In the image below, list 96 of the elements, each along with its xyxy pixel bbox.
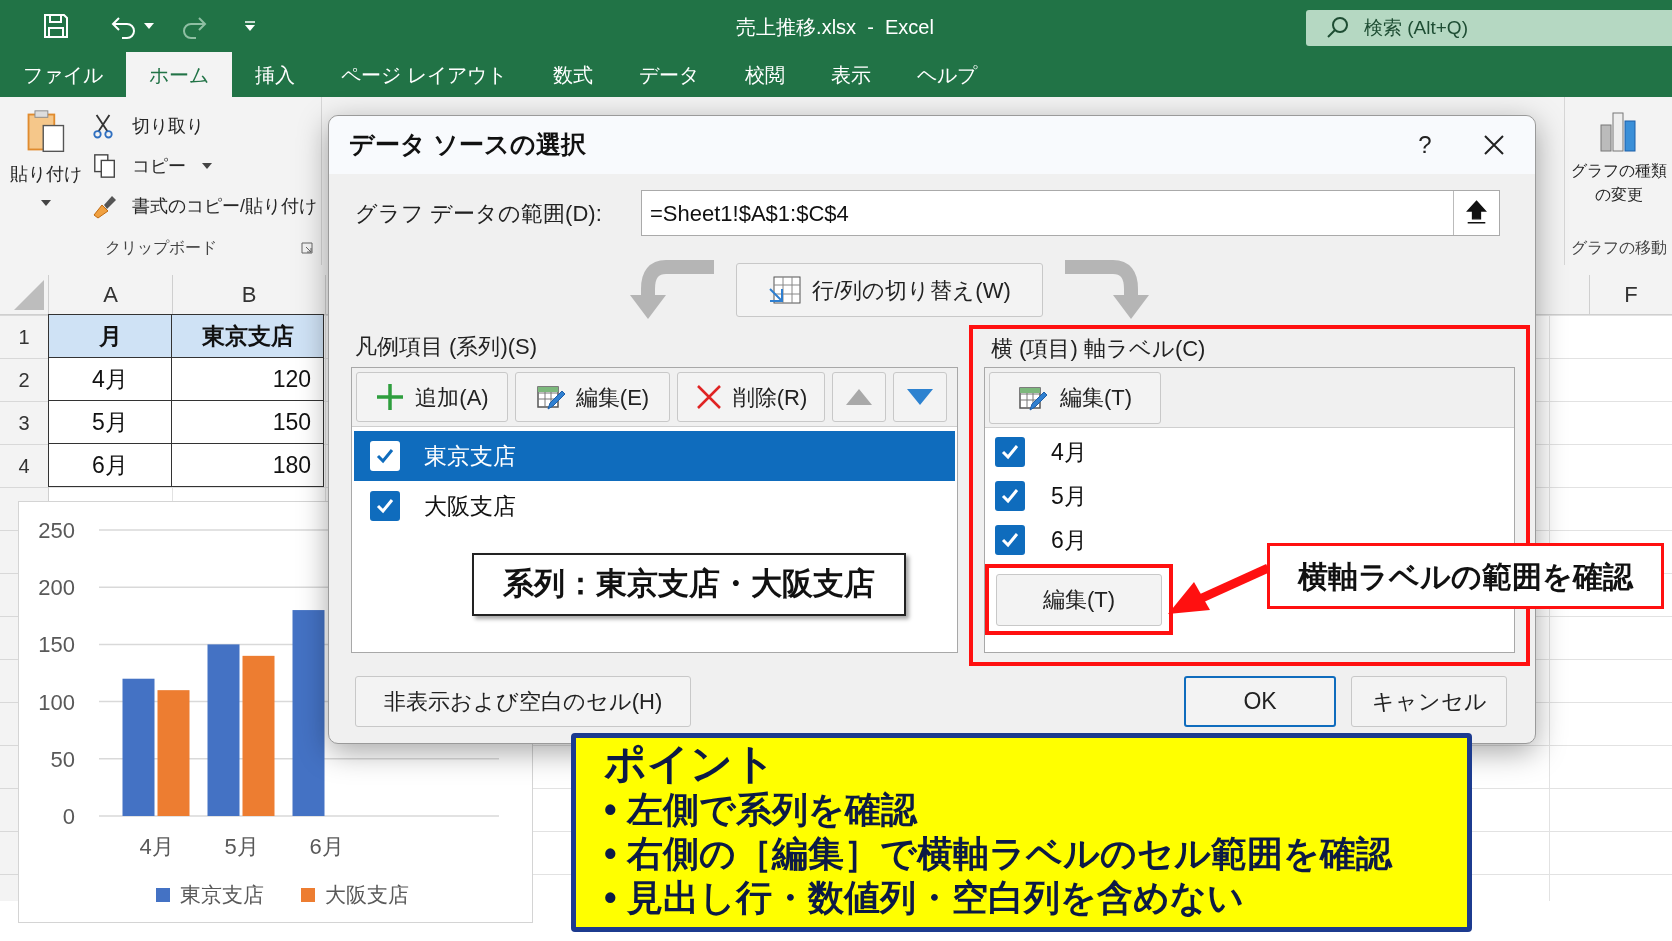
caret-icon[interactable] bbox=[144, 23, 154, 29]
callout-note: 横軸ラベルの範囲を確認 bbox=[1267, 543, 1664, 609]
down-button[interactable] bbox=[893, 372, 947, 422]
table-cell: 東京支店 bbox=[171, 314, 324, 358]
checkmark-icon bbox=[1000, 530, 1020, 550]
copy-button[interactable]: コピー bbox=[92, 151, 317, 181]
legend-swatch bbox=[301, 888, 315, 902]
point-title: ポイント bbox=[604, 740, 776, 788]
delete-button[interactable]: 削除(R) bbox=[677, 372, 825, 422]
checkbox[interactable] bbox=[995, 481, 1025, 511]
checkbox[interactable] bbox=[995, 525, 1025, 555]
add-button[interactable]: 追加(A) bbox=[356, 372, 508, 422]
point-bullet: • 左側で系列を確認 bbox=[604, 788, 917, 832]
ribbon-tab[interactable]: ヘルプ bbox=[893, 52, 1000, 97]
caret-icon bbox=[202, 163, 212, 169]
table-cell: 4月 bbox=[48, 357, 172, 401]
series-list-item[interactable]: 東京支店 bbox=[354, 431, 955, 481]
copy-icon bbox=[92, 153, 118, 179]
range-field[interactable]: =Sheet1!$A$1:$C$4 bbox=[641, 190, 1500, 236]
search-field[interactable]: 検索 (Alt+Q) bbox=[1306, 10, 1672, 46]
plus-icon bbox=[375, 382, 406, 412]
ok-button[interactable]: OK bbox=[1184, 676, 1336, 727]
switch-row-column-button[interactable]: 行/列の切り替え(W) bbox=[736, 263, 1043, 317]
hidden-cells-button[interactable]: 非表示および空白のセル(H) bbox=[355, 676, 691, 727]
axis-label-item[interactable]: 6月 bbox=[985, 518, 1099, 562]
axis-tick-label: 250 bbox=[38, 518, 75, 543]
group-label: クリップボード bbox=[104, 238, 217, 258]
edit-button[interactable]: 編集(T) bbox=[996, 573, 1162, 626]
change-chart-type-button[interactable]: グラフの種類の変更 bbox=[1570, 97, 1667, 231]
point-bullet: • 右側の［編集］で横軸ラベルのセル範囲を確認 bbox=[604, 832, 1392, 876]
section-label: 凡例項目 (系列)(S) bbox=[354, 332, 539, 361]
axis-tick-label: 150 bbox=[38, 632, 75, 658]
axis-tick-label: 0 bbox=[62, 804, 75, 829]
axis-tick-label: 5月 bbox=[224, 834, 259, 859]
ribbon-tab[interactable]: データ bbox=[615, 52, 722, 97]
checkbox[interactable] bbox=[995, 437, 1025, 467]
table-cell: 6月 bbox=[48, 443, 172, 487]
cancel-button[interactable]: キャンセル bbox=[1351, 676, 1507, 727]
range-label: グラフ データの範囲(D): bbox=[355, 199, 603, 228]
paste-button[interactable]: 貼り付け bbox=[0, 109, 92, 231]
axis-label-item[interactable]: 4月 bbox=[985, 430, 1099, 474]
dialog-launcher-icon[interactable] bbox=[301, 242, 313, 254]
column-header[interactable]: F bbox=[1589, 275, 1672, 314]
table-cell: 180 bbox=[171, 443, 324, 487]
ribbon-tab[interactable]: ホーム bbox=[126, 52, 232, 97]
scissors-icon bbox=[92, 113, 114, 139]
axis-tick-label: 50 bbox=[50, 746, 75, 772]
help-button[interactable]: ? bbox=[1405, 127, 1445, 163]
delete-icon bbox=[694, 383, 723, 411]
axis-tick-label: 6月 bbox=[309, 834, 344, 859]
paintbrush-icon bbox=[92, 193, 118, 219]
ribbon-tab[interactable]: ファイル bbox=[0, 52, 126, 97]
customize-icon[interactable] bbox=[244, 20, 256, 32]
axis-tick-label: 200 bbox=[38, 575, 75, 601]
table-cell: 120 bbox=[171, 357, 324, 401]
row-number[interactable]: 1 bbox=[0, 315, 48, 358]
table-cell: 月 bbox=[48, 314, 172, 358]
table-cell: 150 bbox=[171, 400, 324, 444]
close-icon[interactable] bbox=[1483, 134, 1505, 156]
cut-button[interactable]: 切り取り bbox=[92, 111, 317, 141]
section-label: 横 (項目) 軸ラベル(C) bbox=[990, 334, 1207, 363]
dialog-title: データ ソースの選択 bbox=[349, 129, 586, 161]
ribbon-tab[interactable]: ページ レイアウト bbox=[318, 52, 530, 97]
search-icon bbox=[1326, 16, 1350, 40]
checkmark-icon bbox=[375, 496, 395, 516]
axis-label-item[interactable]: 5月 bbox=[985, 474, 1099, 518]
group-label: グラフの移動 bbox=[1570, 238, 1667, 258]
ribbon-tab[interactable]: 挿入 bbox=[232, 52, 318, 97]
switch-table-icon bbox=[768, 275, 803, 305]
checkmark-icon bbox=[1000, 442, 1020, 462]
legend-swatch bbox=[156, 888, 170, 902]
checkbox[interactable] bbox=[370, 491, 400, 521]
edit-button[interactable]: 編集(E) bbox=[515, 372, 670, 422]
checkmark-icon bbox=[1000, 486, 1020, 506]
legend-label: 東京支店 bbox=[180, 883, 264, 906]
bar-chart-icon bbox=[1598, 109, 1639, 153]
ribbon-tab[interactable]: 数式 bbox=[529, 52, 616, 97]
point-bullet: • 見出し行・数値列・空白列を含めない bbox=[604, 876, 1244, 920]
checkmark-icon bbox=[375, 446, 395, 466]
row-number[interactable]: 2 bbox=[0, 358, 48, 401]
edit-button[interactable]: 編集(T) bbox=[989, 371, 1161, 424]
save-icon[interactable] bbox=[42, 12, 70, 40]
format-painter-button[interactable]: 書式のコピー/貼り付け bbox=[92, 191, 317, 221]
ribbon-tab[interactable]: 校閲 bbox=[721, 52, 808, 97]
axis-tick-label: 100 bbox=[38, 689, 75, 715]
caret-icon bbox=[41, 200, 51, 206]
legend-label: 大阪支店 bbox=[325, 883, 409, 906]
row-number[interactable]: 3 bbox=[0, 401, 48, 444]
window-title: 売上推移.xlsx - Excel bbox=[736, 15, 934, 40]
callout-note: 系列：東京支店・大阪支店 bbox=[472, 553, 906, 616]
axis-tick-label: 4月 bbox=[139, 834, 174, 859]
row-number[interactable]: 4 bbox=[0, 444, 48, 487]
table-cell: 5月 bbox=[48, 400, 172, 444]
down-triangle-icon bbox=[907, 389, 933, 405]
up-triangle-icon bbox=[846, 389, 872, 405]
ribbon-tab[interactable]: 表示 bbox=[807, 52, 894, 97]
